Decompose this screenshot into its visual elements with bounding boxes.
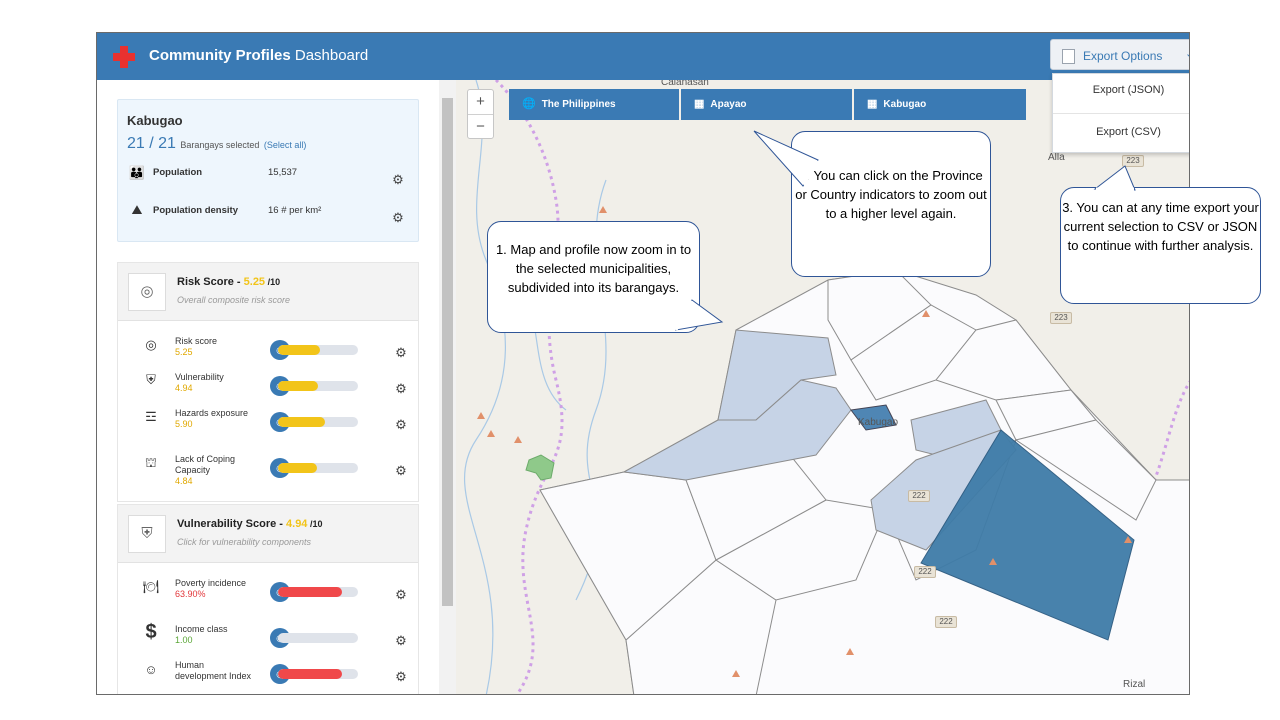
callout-tails bbox=[674, 130, 1136, 331]
